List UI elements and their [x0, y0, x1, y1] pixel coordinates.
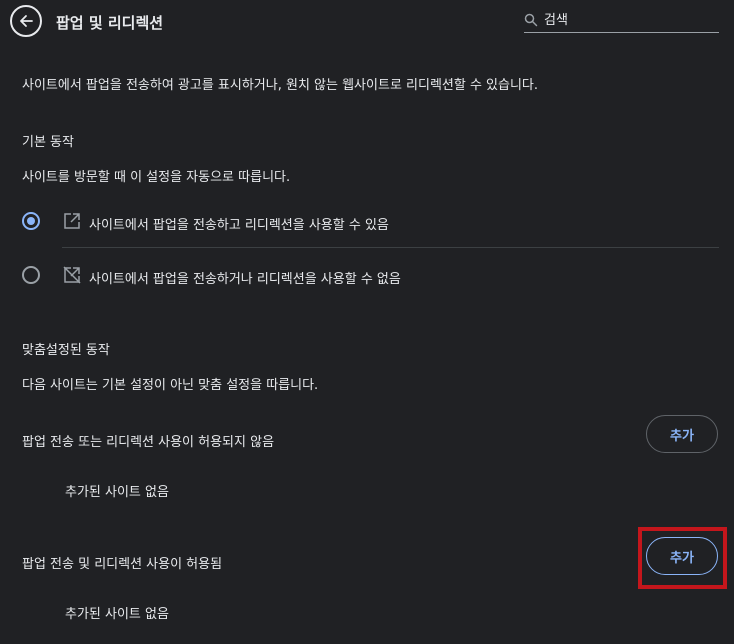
radio-block[interactable]	[22, 266, 40, 284]
page-title: 팝업 및 리디렉션	[56, 14, 164, 32]
search-icon	[524, 13, 538, 27]
default-behavior-heading: 기본 동작	[22, 135, 74, 150]
blocked-section-title: 팝업 전송 또는 리디렉션 사용이 허용되지 않음	[22, 435, 275, 450]
back-button[interactable]	[10, 5, 42, 37]
radio-allow[interactable]	[22, 212, 40, 230]
page-description: 사이트에서 팝업을 전송하여 광고를 표시하거나, 원치 않는 웹사이트로 리디…	[22, 78, 539, 93]
search-input[interactable]	[544, 10, 716, 30]
popup-allowed-icon	[64, 213, 80, 229]
option-block-label: 사이트에서 팝업을 전송하거나 리디렉션을 사용할 수 없음	[89, 272, 401, 287]
default-behavior-subtitle: 사이트를 방문할 때 이 설정을 자동으로 따릅니다.	[22, 170, 291, 185]
custom-behavior-heading: 맞춤설정된 동작	[22, 343, 110, 358]
add-blocked-site-button[interactable]: 추가	[646, 415, 718, 453]
highlight-box	[638, 527, 727, 589]
page-header: 팝업 및 리디렉션	[0, 0, 734, 44]
options-divider	[62, 247, 719, 248]
custom-behavior-subtitle: 다음 사이트는 기본 설정이 아닌 맞춤 설정을 따릅니다.	[22, 378, 319, 393]
blocked-empty-text: 추가된 사이트 없음	[65, 485, 169, 500]
allowed-section-title: 팝업 전송 및 리디렉션 사용이 허용됨	[22, 557, 223, 572]
search-box[interactable]	[524, 10, 719, 33]
allowed-empty-text: 추가된 사이트 없음	[65, 607, 169, 622]
popup-blocked-icon	[63, 266, 81, 284]
option-allow-label: 사이트에서 팝업을 전송하고 리디렉션을 사용할 수 있음	[89, 218, 389, 233]
arrow-left-icon	[20, 15, 33, 27]
settings-page: 팝업 및 리디렉션 사이트에서 팝업을 전송하여 광고를 표시하거나, 원치 않…	[0, 0, 734, 644]
